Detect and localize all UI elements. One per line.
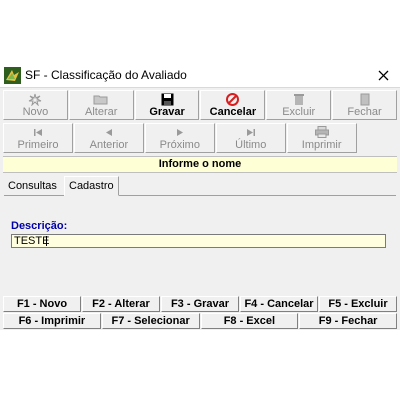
f2-alterar-button[interactable]: F2 - Alterar [82, 296, 160, 312]
fechar-button[interactable]: Fechar [332, 90, 397, 120]
alterar-label: Alterar [85, 105, 118, 118]
anterior-label: Anterior [89, 138, 129, 151]
app-window: SF - Classificação do Avaliado Novo Alte… [0, 63, 400, 330]
text-caret [46, 236, 47, 246]
novo-button[interactable]: Novo [3, 90, 68, 120]
info-message: Informe o nome [3, 156, 397, 173]
window-title: SF - Classificação do Avaliado [25, 68, 187, 82]
f5-excluir-button[interactable]: F5 - Excluir [319, 296, 397, 312]
f8-excel-button[interactable]: F8 - Excel [200, 313, 299, 329]
imprimir-button[interactable]: Imprimir [286, 123, 357, 153]
previous-icon [105, 126, 113, 139]
descricao-label: Descrição: [11, 220, 68, 232]
fechar-label: Fechar [347, 105, 382, 118]
next-icon [176, 126, 184, 139]
excluir-label: Excluir [282, 105, 316, 118]
first-icon [33, 126, 43, 139]
f7-selecionar-button[interactable]: F7 - Selecionar [101, 313, 200, 329]
trash-icon [293, 93, 305, 106]
gravar-button[interactable]: Gravar [134, 90, 200, 120]
tab-consultas[interactable]: Consultas [5, 178, 60, 195]
folder-icon [93, 93, 109, 106]
anterior-button[interactable]: Anterior [73, 123, 144, 153]
proximo-button[interactable]: Próximo [144, 123, 215, 153]
toolbar-actions: Novo Alterar Gravar Cancelar Excluir Fec… [3, 90, 397, 122]
imprimir-label: Imprimir [301, 138, 342, 151]
toolbar-navigation: Primeiro Anterior Próximo Último Imprimi… [3, 123, 397, 155]
last-icon [246, 126, 256, 139]
ultimo-button[interactable]: Último [215, 123, 286, 153]
new-icon [27, 93, 43, 106]
cancelar-label: Cancelar [209, 105, 257, 118]
cancelar-button[interactable]: Cancelar [200, 90, 266, 120]
function-keys-row2: F6 - Imprimir F7 - Selecionar F8 - Excel… [3, 313, 397, 329]
cancel-icon [226, 92, 240, 106]
tab-strip: Consultas Cadastro [4, 176, 396, 196]
save-icon [161, 93, 174, 106]
door-icon [359, 93, 371, 106]
primeiro-label: Primeiro [17, 138, 59, 151]
f6-imprimir-button[interactable]: F6 - Imprimir [3, 313, 101, 329]
close-button[interactable] [366, 63, 400, 88]
tab-cadastro[interactable]: Cadastro [64, 176, 119, 196]
ultimo-label: Último [235, 138, 267, 151]
f1-novo-button[interactable]: F1 - Novo [3, 296, 81, 312]
novo-label: Novo [22, 105, 49, 118]
printer-icon [314, 126, 329, 139]
alterar-button[interactable]: Alterar [68, 90, 134, 120]
toolbar-spacer [357, 123, 397, 153]
primeiro-button[interactable]: Primeiro [3, 123, 73, 153]
f9-fechar-button[interactable]: F9 - Fechar [299, 313, 397, 329]
function-keys-row1: F1 - Novo F2 - Alterar F3 - Gravar F4 - … [3, 296, 397, 312]
proximo-label: Próximo [159, 138, 200, 151]
excluir-button[interactable]: Excluir [266, 90, 332, 120]
f4-cancelar-button[interactable]: F4 - Cancelar [240, 296, 318, 312]
f3-gravar-button[interactable]: F3 - Gravar [161, 296, 239, 312]
descricao-input[interactable] [11, 234, 386, 248]
title-bar: SF - Classificação do Avaliado [0, 63, 400, 88]
app-logo-icon [4, 67, 21, 84]
close-icon [378, 70, 388, 81]
gravar-label: Gravar [149, 105, 185, 118]
